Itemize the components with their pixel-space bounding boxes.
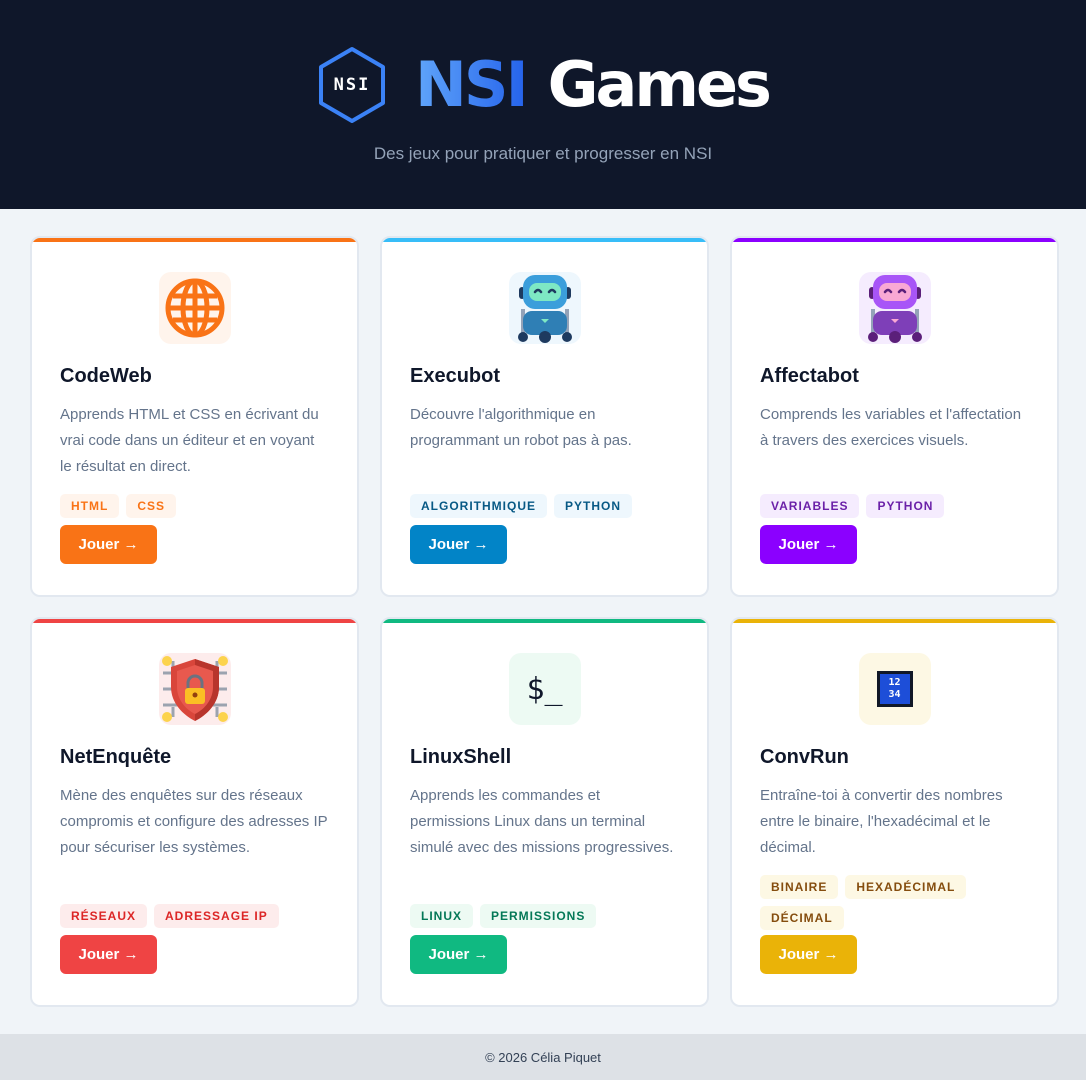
game-title: Affectabot: [760, 365, 859, 387]
site-title: NSI Games: [415, 46, 772, 124]
game-card-netenquete: NetEnquête Mène des enquêtes sur des rés…: [30, 617, 359, 1007]
tag: HEXADÉCIMAL: [845, 875, 967, 899]
keycap-top-digits: 12: [888, 677, 901, 688]
tag: ALGORITHMIQUE: [410, 494, 547, 518]
tag: PYTHON: [554, 494, 633, 518]
shield-lock-icon: [158, 653, 231, 725]
play-button[interactable]: Jouer →: [760, 935, 857, 974]
play-button[interactable]: Jouer →: [410, 935, 507, 974]
play-button[interactable]: Jouer →: [60, 525, 157, 564]
game-card-affectabot: Affectabot Comprends les variables et l'…: [730, 236, 1059, 597]
tag: ADRESSAGE IP: [154, 904, 279, 928]
tag: PERMISSIONS: [480, 904, 597, 928]
page-footer: © 2026 Célia Piquet: [0, 1034, 1086, 1080]
game-tags: ALGORITHMIQUE PYTHON: [410, 494, 679, 518]
tag: HTML: [60, 494, 120, 518]
game-description: Mène des enquêtes sur des réseaux compro…: [60, 787, 328, 856]
game-title: CodeWeb: [60, 365, 152, 387]
tag: VARIABLES: [760, 494, 860, 518]
site-subtitle: Des jeux pour pratiquer et progresser en…: [373, 144, 713, 163]
purple-robot-icon: [858, 272, 931, 344]
logo-text: NSI: [333, 75, 371, 95]
game-tags: VARIABLES PYTHON: [760, 494, 1029, 518]
game-description: Comprends les variables et l'affectation…: [760, 406, 1022, 449]
game-title: ConvRun: [760, 746, 849, 768]
tag: CSS: [126, 494, 177, 518]
game-description: Apprends HTML et CSS en écrivant du vrai…: [60, 406, 319, 475]
games-grid: CodeWeb Apprends HTML et CSS en écrivant…: [30, 236, 1059, 1007]
terminal-prompt-text: $_: [526, 671, 563, 707]
play-button[interactable]: Jouer →: [760, 525, 857, 564]
brand: NSI NSI Games: [0, 46, 1086, 124]
game-description: Entraîne-toi à convertir des nombres ent…: [760, 787, 1003, 856]
numbers-keycap-icon: 12 34: [858, 653, 931, 725]
tag: DÉCIMAL: [760, 906, 844, 930]
game-card-codeweb: CodeWeb Apprends HTML et CSS en écrivant…: [30, 236, 359, 597]
game-title: Execubot: [410, 365, 501, 387]
site-title-main: Games: [547, 48, 772, 121]
game-title: LinuxShell: [410, 746, 512, 768]
copyright-text: © 2026 Célia Piquet: [485, 1049, 601, 1065]
game-title: NetEnquête: [60, 746, 172, 768]
nsi-hexagon-logo: NSI: [317, 46, 387, 124]
terminal-prompt-icon: $_: [508, 653, 581, 725]
tag: LINUX: [410, 904, 473, 928]
game-tags: LINUX PERMISSIONS: [410, 904, 679, 928]
play-button[interactable]: Jouer →: [410, 525, 507, 564]
tag: RÉSEAUX: [60, 904, 148, 928]
site-title-accent: NSI: [415, 48, 529, 121]
play-button[interactable]: Jouer →: [60, 935, 157, 974]
game-tags: HTML CSS: [60, 494, 329, 518]
keycap-bottom-digits: 34: [888, 689, 901, 700]
game-description: Apprends les commandes et permissions Li…: [410, 787, 674, 856]
game-tags: BINAIRE HEXADÉCIMAL DÉCIMAL: [760, 875, 1029, 930]
game-description: Découvre l'algorithmique en programmant …: [410, 406, 632, 449]
game-card-linuxshell: $_ LinuxShell Apprends les commandes et …: [380, 617, 709, 1007]
globe-icon: [158, 272, 231, 344]
tag: BINAIRE: [760, 875, 839, 899]
game-card-convrun: 12 34 ConvRun Entraîne-toi à convertir d…: [730, 617, 1059, 1007]
game-card-execubot: Execubot Découvre l'algorithmique en pro…: [380, 236, 709, 597]
game-tags: RÉSEAUX ADRESSAGE IP: [60, 904, 329, 928]
blue-robot-icon: [508, 272, 581, 344]
page-header: NSI NSI Games Des jeux pour pratiquer et …: [0, 0, 1086, 209]
tag: PYTHON: [866, 494, 945, 518]
